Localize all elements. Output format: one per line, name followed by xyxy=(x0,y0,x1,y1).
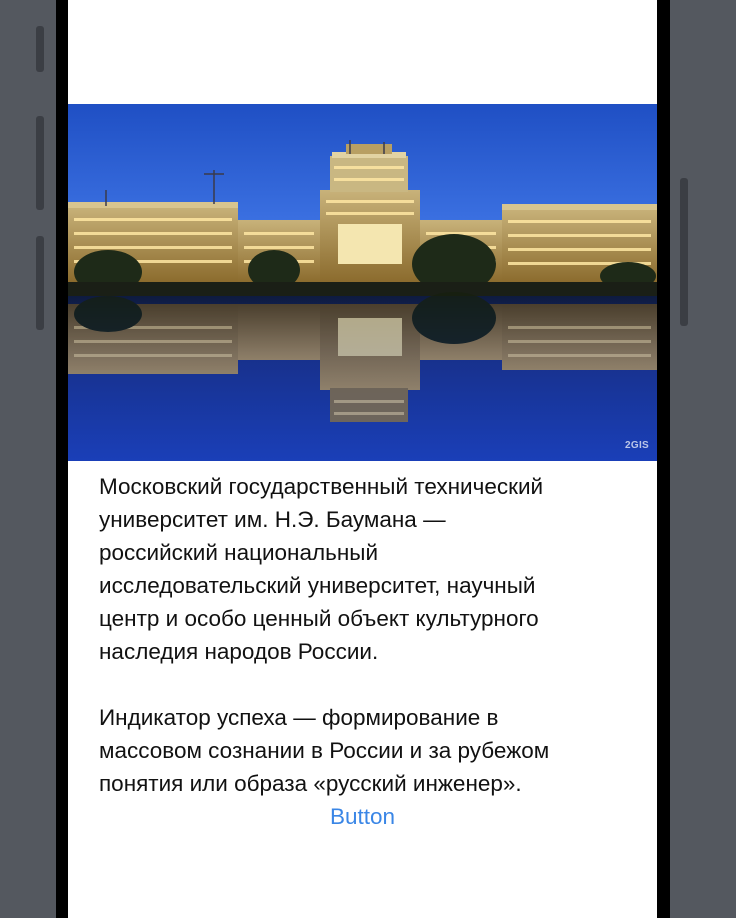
power-button xyxy=(680,178,688,326)
volume-up-button xyxy=(36,116,44,210)
photo-credit: 2GIS xyxy=(625,440,649,451)
ring-silent-switch xyxy=(36,26,44,72)
app-screen: 2GIS Московский государственный техничес… xyxy=(68,0,657,918)
volume-down-button xyxy=(36,236,44,330)
description-text: Московский государственный технический у… xyxy=(99,474,550,796)
action-button[interactable]: Button xyxy=(68,800,657,834)
device-frame: 2GIS Московский государственный техничес… xyxy=(0,0,736,918)
university-photo xyxy=(68,104,657,461)
